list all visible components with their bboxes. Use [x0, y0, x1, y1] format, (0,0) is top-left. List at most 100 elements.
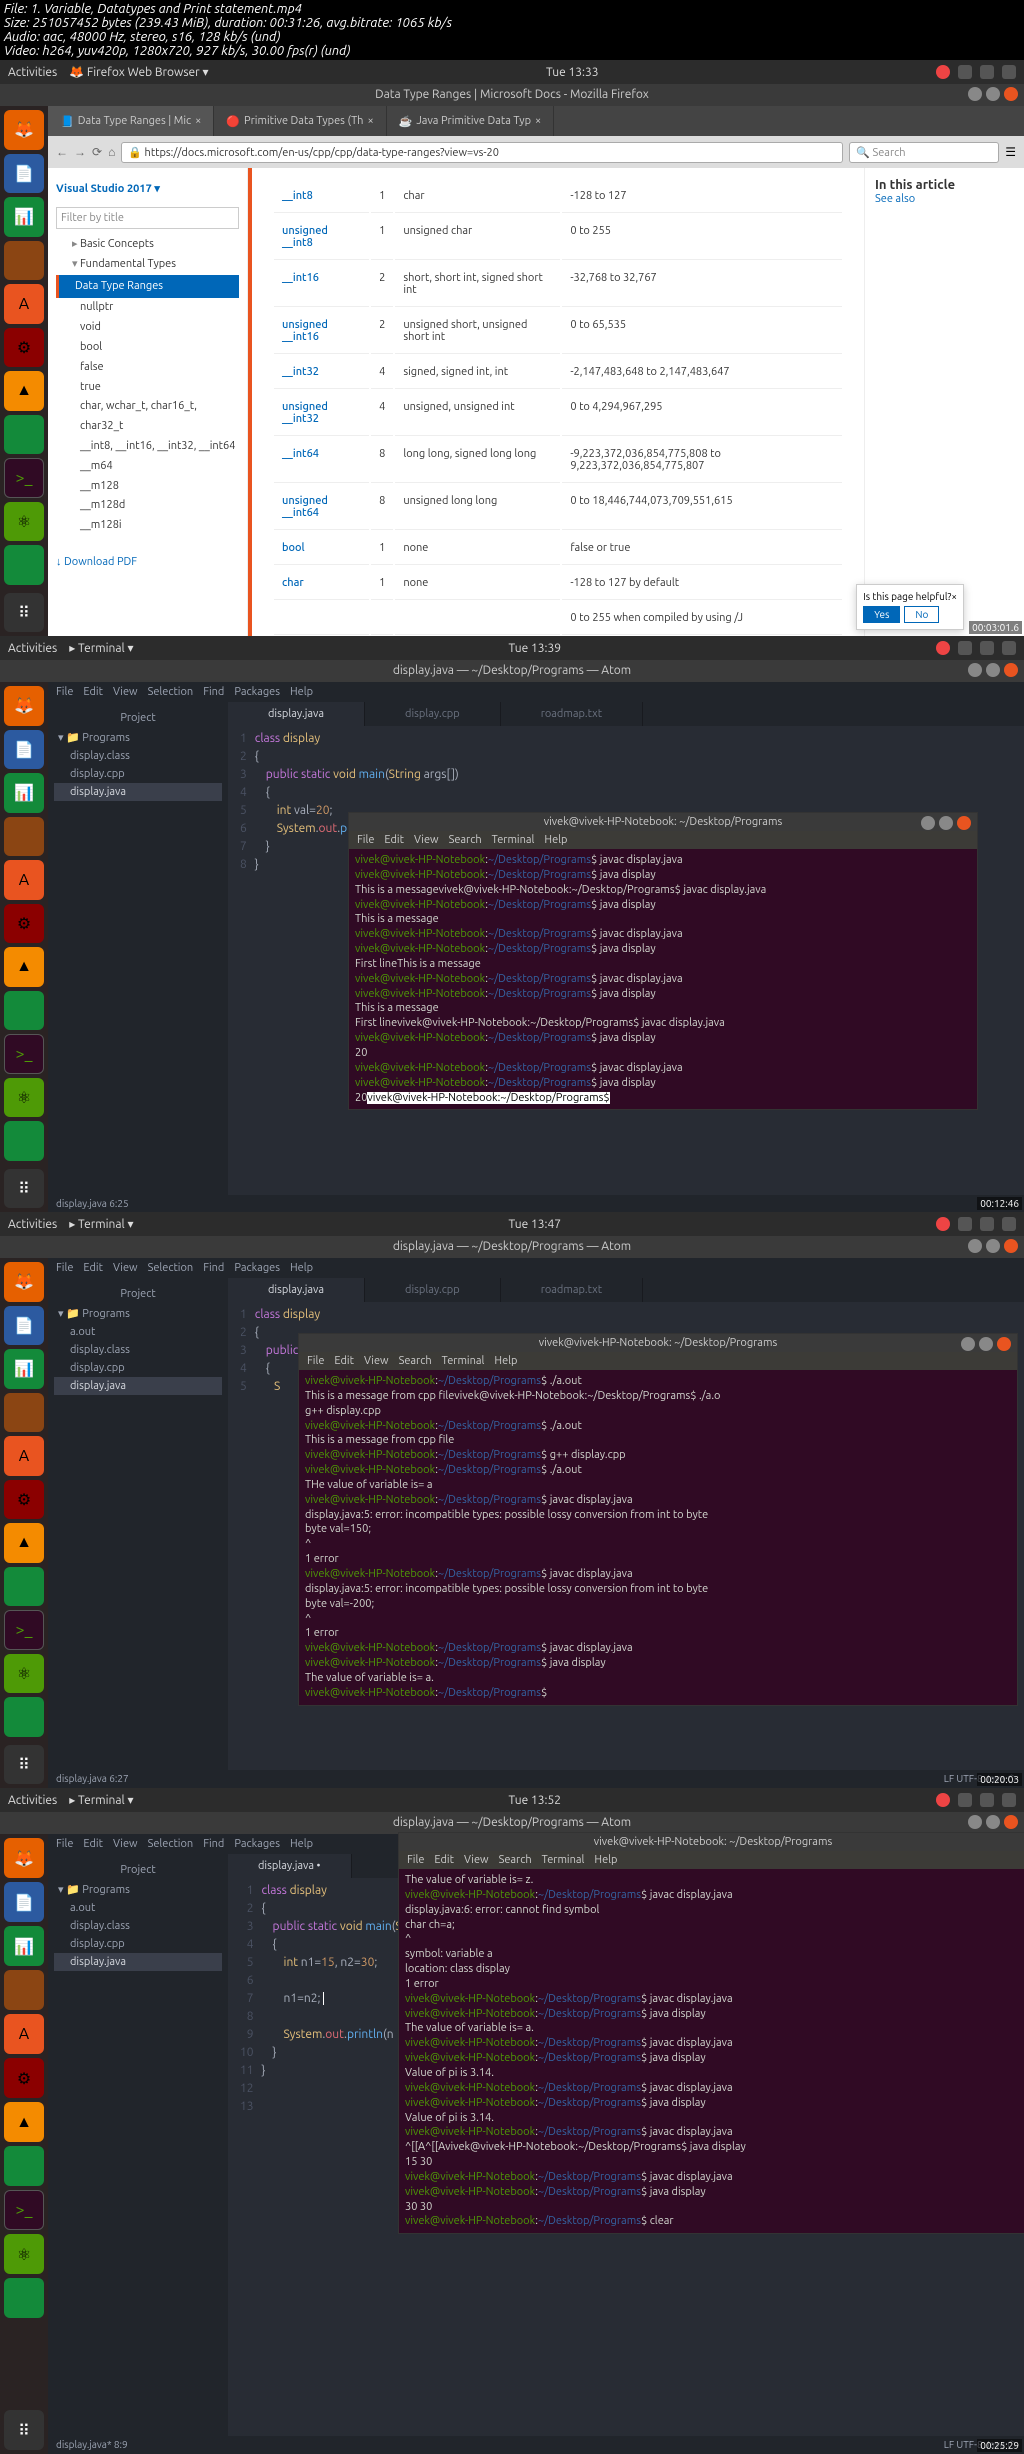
terminal-output[interactable]: vivek@vivek-HP-Notebook:~/Desktop/Progra… — [299, 1370, 1017, 1705]
apps-grid-icon[interactable]: ⠿ — [4, 593, 44, 633]
power-icon[interactable] — [1002, 65, 1016, 79]
term-menu-file[interactable]: File — [407, 1854, 424, 1866]
minimize-button[interactable] — [968, 1815, 982, 1829]
home-button[interactable]: ⌂ — [108, 145, 115, 159]
menu-view[interactable]: View — [113, 686, 138, 698]
sheet-icon[interactable] — [4, 991, 44, 1031]
settings-icon[interactable]: ⚙ — [4, 2058, 44, 2098]
file-display-java[interactable]: display.java — [54, 1953, 222, 1971]
menu-view[interactable]: View — [113, 1262, 138, 1274]
writer-icon[interactable]: 📄 — [4, 1882, 44, 1922]
tree-false[interactable]: false — [56, 358, 239, 378]
menu-selection[interactable]: Selection — [148, 1838, 194, 1850]
current-app[interactable]: ▸ Terminal ▾ — [69, 1217, 133, 1231]
file-display-cpp[interactable]: display.cpp — [54, 1935, 222, 1953]
terminal-window[interactable]: vivek@vivek-HP-Notebook: ~/Desktop/Progr… — [348, 812, 978, 1110]
network-icon[interactable] — [958, 641, 972, 655]
volume-icon[interactable] — [980, 1217, 994, 1231]
menu-find[interactable]: Find — [203, 686, 224, 698]
term-menu-search[interactable]: Search — [449, 834, 482, 846]
terminal-icon[interactable]: >_ — [4, 458, 44, 498]
vlc-icon[interactable]: ▲ — [4, 947, 44, 987]
term-menu-help[interactable]: Help — [494, 1355, 517, 1367]
maximize-button[interactable] — [986, 1815, 1000, 1829]
minimize-button[interactable] — [968, 1239, 982, 1253]
terminal-icon[interactable]: >_ — [4, 2190, 44, 2230]
clock[interactable]: Tue 13:33 — [209, 66, 936, 79]
sheet-icon[interactable] — [4, 1567, 44, 1607]
maximize-button[interactable] — [986, 1239, 1000, 1253]
file-aout[interactable]: a.out — [54, 1323, 222, 1341]
apps-grid-icon[interactable]: ⠿ — [4, 2410, 44, 2450]
terminal-icon[interactable]: >_ — [4, 1034, 44, 1074]
maximize-button[interactable] — [986, 663, 1000, 677]
app-icon[interactable] — [4, 1393, 44, 1433]
menu-button[interactable]: ☰ — [1005, 145, 1016, 159]
tab-oracle[interactable]: 🔴 Primitive Data Types (Th × — [214, 106, 386, 136]
menu-help[interactable]: Help — [290, 686, 313, 698]
tree-m128[interactable]: __m128 — [56, 477, 239, 497]
url-bar[interactable]: 🔒 https://docs.microsoft.com/en-us/cpp/c… — [121, 142, 843, 163]
power-icon[interactable] — [1002, 1793, 1016, 1807]
activities-button[interactable]: Activities — [8, 1218, 57, 1231]
volume-icon[interactable] — [980, 641, 994, 655]
term-menu-search[interactable]: Search — [499, 1854, 532, 1866]
tab-roadmap[interactable]: roadmap.txt — [501, 1278, 643, 1302]
term-close[interactable] — [997, 1337, 1011, 1351]
close-button[interactable] — [1004, 663, 1018, 677]
vlc-icon[interactable]: ▲ — [4, 371, 44, 411]
tab-roadmap[interactable]: roadmap.txt — [501, 702, 643, 726]
file-display-cpp[interactable]: display.cpp — [54, 1359, 222, 1377]
tree-m128d[interactable]: __m128d — [56, 496, 239, 516]
tab-display-cpp[interactable]: display.cpp — [365, 1278, 501, 1302]
terminal-window[interactable]: vivek@vivek-HP-Notebook: ~/Desktop/Progr… — [298, 1333, 1018, 1706]
calc-icon[interactable]: 📊 — [4, 773, 44, 813]
terminal-output[interactable]: The value of variable is= z.vivek@vivek-… — [399, 1869, 1024, 2233]
terminal-output[interactable]: vivek@vivek-HP-Notebook:~/Desktop/Progra… — [349, 849, 977, 1109]
menu-find[interactable]: Find — [203, 1262, 224, 1274]
download-pdf[interactable]: ↓ Download PDF — [56, 556, 239, 568]
reload-button[interactable]: ⟳ — [92, 145, 102, 159]
terminal-icon[interactable]: >_ — [4, 1610, 44, 1650]
maximize-button[interactable] — [986, 87, 1000, 101]
tree-data-type-ranges[interactable]: Data Type Ranges — [56, 275, 239, 299]
settings-icon[interactable]: ⚙ — [4, 328, 44, 368]
menu-selection[interactable]: Selection — [148, 686, 194, 698]
folder-programs[interactable]: ▾ 📁 Programs — [54, 728, 222, 747]
software-icon[interactable]: A — [4, 860, 44, 900]
clock[interactable]: Tue 13:47 — [133, 1218, 936, 1231]
current-app[interactable]: ▸ Terminal ▾ — [69, 641, 133, 655]
network-icon[interactable] — [958, 1793, 972, 1807]
app-icon[interactable] — [4, 241, 44, 281]
search-bar[interactable]: 🔍 Search — [849, 142, 999, 163]
network-icon[interactable] — [958, 65, 972, 79]
close-button[interactable] — [1004, 1239, 1018, 1253]
network-icon[interactable] — [958, 1217, 972, 1231]
calc2-icon[interactable] — [4, 545, 44, 585]
file-display-class[interactable]: display.class — [54, 1341, 222, 1359]
calc2-icon[interactable] — [4, 1121, 44, 1161]
term-menu-help[interactable]: Help — [594, 1854, 617, 1866]
settings-icon[interactable]: ⚙ — [4, 1480, 44, 1520]
term-minimize[interactable] — [921, 816, 935, 830]
writer-icon[interactable]: 📄 — [4, 1306, 44, 1346]
calc-icon[interactable]: 📊 — [4, 1349, 44, 1389]
writer-icon[interactable]: 📄 — [4, 154, 44, 194]
close-button[interactable] — [1004, 87, 1018, 101]
term-menu-terminal[interactable]: Terminal — [442, 1355, 485, 1367]
software-icon[interactable]: A — [4, 2014, 44, 2054]
tree-void[interactable]: void — [56, 318, 239, 338]
software-icon[interactable]: A — [4, 284, 44, 324]
tab-java[interactable]: ☕ Java Primitive Data Typ × — [387, 106, 555, 136]
activities-button[interactable]: Activities — [8, 1794, 57, 1807]
firefox-icon[interactable]: 🦊 — [4, 686, 44, 726]
menu-help[interactable]: Help — [290, 1262, 313, 1274]
volume-icon[interactable] — [980, 1793, 994, 1807]
firefox-icon[interactable]: 🦊 — [4, 110, 44, 150]
apps-grid-icon[interactable]: ⠿ — [4, 1169, 44, 1209]
tree-basic-concepts[interactable]: Basic Concepts — [56, 235, 239, 255]
activities-button[interactable]: Activities — [8, 66, 57, 79]
menu-edit[interactable]: Edit — [83, 1262, 103, 1274]
folder-programs[interactable]: ▾ 📁 Programs — [54, 1880, 222, 1899]
file-display-class[interactable]: display.class — [54, 747, 222, 765]
